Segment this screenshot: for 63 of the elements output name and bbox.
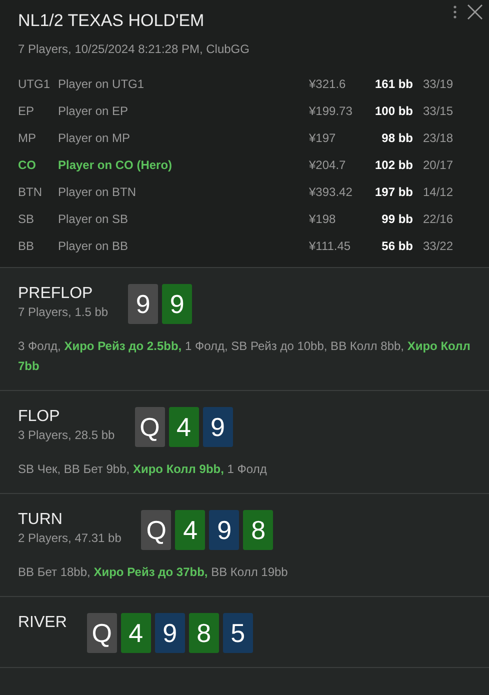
playing-card: Q: [134, 407, 165, 447]
stack-amount: ¥199.73: [309, 102, 354, 120]
player-name: Player on CO (Hero): [58, 156, 174, 174]
street-name: PREFLOP: [18, 284, 94, 304]
player-name: Player on EP: [58, 102, 130, 120]
playing-card: 5: [222, 613, 253, 653]
close-icon[interactable]: [467, 4, 483, 20]
street-name: RIVER: [18, 613, 67, 632]
street-name: FLOP: [18, 407, 61, 426]
playing-card: 9: [162, 284, 192, 324]
bb-amount: 102 bb: [374, 156, 414, 174]
stack-amount: ¥111.45: [309, 238, 352, 254]
player-name: Player on BB: [58, 238, 130, 254]
playing-card: 8: [188, 613, 219, 653]
position-label: MP: [18, 130, 37, 146]
street-name: TURN: [18, 510, 64, 530]
position-label: CO: [18, 156, 37, 174]
action-summary: SB Чек, BB Бет 9bb, Хиро Колл 9bb, 1 Фолд: [18, 461, 268, 478]
position-label: SB: [18, 210, 36, 228]
player-name: Player on BTN: [58, 184, 138, 200]
stack-amount: ¥197: [309, 130, 337, 146]
player-name: Player on MP: [58, 130, 132, 146]
playing-card: 9: [128, 284, 158, 324]
stack-amount: ¥321.6: [309, 76, 347, 92]
player-stats: 14/12: [423, 184, 454, 200]
playing-card: 9: [202, 407, 233, 447]
bb-amount: 99 bb: [380, 210, 414, 228]
position-label: UTG1: [18, 76, 52, 92]
bb-amount: 56 bb: [380, 238, 414, 254]
playing-card: 4: [120, 613, 151, 653]
stack-amount: ¥204.7: [309, 156, 347, 174]
playing-card: 4: [168, 407, 199, 447]
player-stats: 20/17: [423, 156, 454, 174]
playing-card: 8: [243, 510, 274, 550]
street-info: 7 Players, 1.5 bb: [18, 304, 108, 322]
player-name: Player on UTG1: [58, 76, 146, 92]
bb-amount: 161 bb: [374, 76, 414, 92]
position-label: BB: [18, 238, 36, 254]
playing-card: Q: [86, 613, 117, 653]
player-stats: 23/18: [423, 130, 454, 146]
player-name: Player on SB: [58, 210, 130, 228]
playing-card: 9: [209, 510, 240, 550]
playing-card: 4: [175, 510, 206, 550]
action-summary: BB Бет 18bb, Хиро Рейз до 37bb, BB Колл 19bb: [18, 564, 289, 581]
player-stats: 33/15: [423, 102, 454, 120]
bb-amount: 98 bb: [380, 130, 414, 146]
position-label: EP: [18, 102, 36, 120]
player-stats: 33/19: [423, 76, 454, 92]
street-info: 3 Players, 28.5 bb: [18, 427, 115, 444]
stack-amount: ¥393.42: [309, 184, 354, 200]
position-label: BTN: [18, 184, 43, 200]
action-summary: 3 Фолд, Хиро Рейз до 2.5bb, 1 Фолд, SB Рейз до 10bb, BB Колл 8bb, Хиро Колл 7bb: [18, 338, 471, 375]
playing-card: 9: [154, 613, 185, 653]
playing-card: Q: [141, 510, 172, 550]
street-info: 2 Players, 47.31 bb: [18, 530, 122, 548]
bb-amount: 197 bb: [374, 184, 414, 200]
player-stats: 33/22: [423, 238, 454, 254]
hand-title: NL1/2 TEXAS HOLD'EM: [18, 11, 204, 32]
hand-subtitle: 7 Players, 10/25/2024 8:21:28 PM, ClubGG: [18, 41, 250, 58]
stack-amount: ¥198: [309, 210, 337, 228]
more-icon[interactable]: [453, 5, 457, 19]
player-stats: 22/16: [423, 210, 454, 228]
bb-amount: 100 bb: [374, 102, 414, 120]
